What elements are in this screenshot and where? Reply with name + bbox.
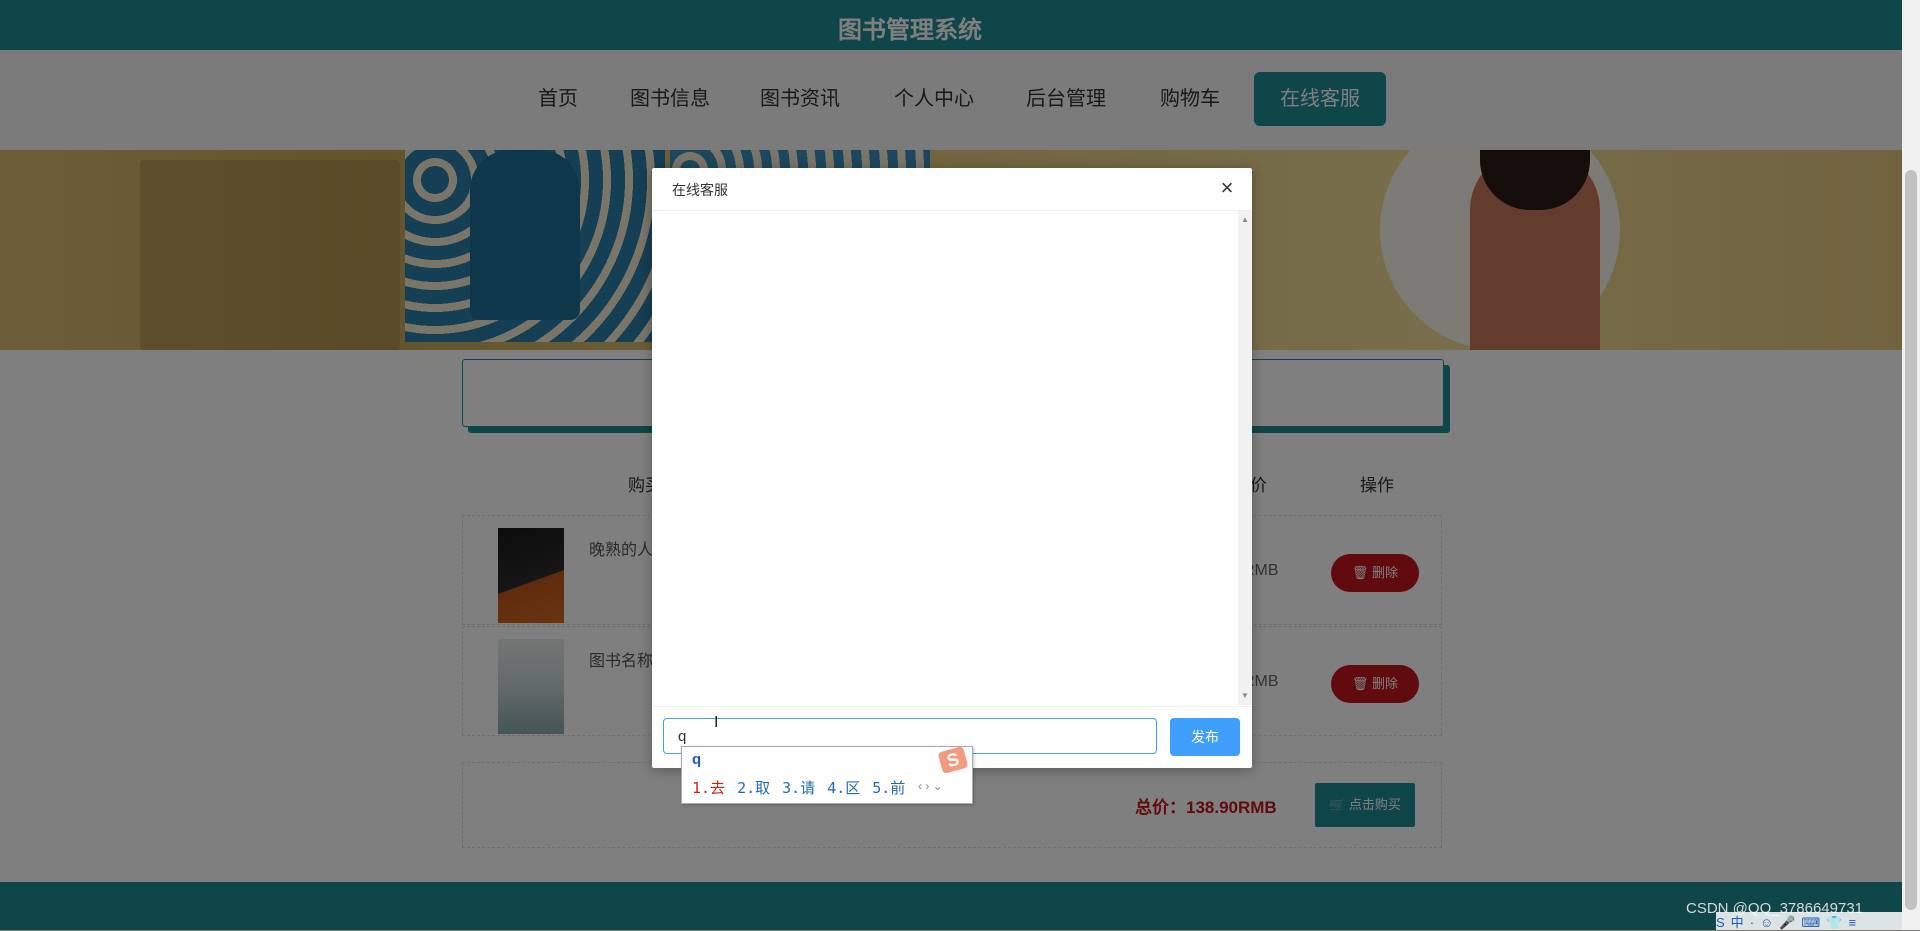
chat-messages-area bbox=[652, 211, 1238, 705]
sogou-logo-icon: S bbox=[937, 746, 969, 774]
sogou-icon[interactable]: S bbox=[1716, 915, 1725, 930]
keyboard-icon[interactable]: ⌨ bbox=[1802, 915, 1821, 930]
dialog-title: 在线客服 bbox=[672, 182, 728, 198]
ime-candidates: 1.去 2.取 3.请 4.区 5.前 bbox=[692, 777, 917, 798]
ime-toolbar: S 中 · ☺ 🎤 ⌨ 👕 ≡ bbox=[1716, 912, 1902, 930]
text-cursor-icon: I bbox=[714, 714, 719, 731]
chat-scrollbar[interactable]: ▲ ▼ bbox=[1238, 211, 1252, 705]
ime-candidate[interactable]: 5.前 bbox=[872, 779, 905, 797]
scrollbar-thumb[interactable] bbox=[1905, 170, 1917, 910]
microphone-icon[interactable]: 🎤 bbox=[1779, 915, 1795, 930]
scroll-down-icon[interactable]: ▼ bbox=[1241, 691, 1249, 700]
ime-candidate[interactable]: 3.请 bbox=[782, 779, 815, 797]
skin-icon[interactable]: 👕 bbox=[1826, 915, 1842, 930]
dialog-header: 在线客服 × bbox=[652, 168, 1252, 211]
scroll-up-icon[interactable]: ▲ bbox=[1241, 215, 1249, 224]
language-icon[interactable]: 中 bbox=[1731, 915, 1744, 930]
page-scrollbar[interactable] bbox=[1902, 0, 1920, 930]
send-button[interactable]: 发布 bbox=[1170, 718, 1240, 756]
ime-page-arrows-icon[interactable]: ‹ › ⌄ bbox=[918, 779, 943, 793]
emoji-icon[interactable]: ☺ bbox=[1760, 915, 1773, 930]
punctuation-icon[interactable]: · bbox=[1750, 915, 1754, 930]
menu-icon[interactable]: ≡ bbox=[1848, 915, 1856, 930]
chat-dialog: 在线客服 × ▲ ▼ 发布 bbox=[652, 168, 1252, 768]
ime-candidate-window: q S 1.去 2.取 3.请 4.区 5.前 ‹ › ⌄ bbox=[681, 746, 973, 804]
ime-composition: q bbox=[692, 751, 702, 768]
close-icon[interactable]: × bbox=[1215, 176, 1239, 200]
ime-candidate[interactable]: 4.区 bbox=[827, 779, 860, 797]
ime-candidate[interactable]: 2.取 bbox=[737, 779, 770, 797]
ime-candidate[interactable]: 1.去 bbox=[692, 779, 725, 797]
